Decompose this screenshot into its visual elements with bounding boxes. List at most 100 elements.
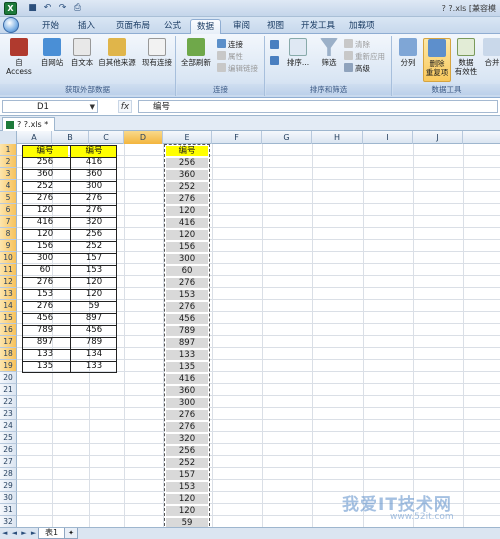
- office-button[interactable]: [3, 17, 19, 33]
- insert-sheet-icon[interactable]: ✦: [64, 528, 78, 539]
- tab-developer[interactable]: 开发工具: [295, 19, 341, 34]
- column-header-i[interactable]: I: [363, 131, 413, 144]
- cell-d32[interactable]: 59: [165, 517, 209, 527]
- cell-d27[interactable]: 252: [165, 457, 209, 469]
- redo-icon[interactable]: ↷: [56, 2, 69, 15]
- cell-d1[interactable]: 编号: [165, 145, 209, 157]
- cell-d13[interactable]: 153: [165, 289, 209, 301]
- row-header-10[interactable]: 10: [0, 252, 17, 264]
- cell-d29[interactable]: 153: [165, 481, 209, 493]
- row-header-6[interactable]: 6: [0, 204, 17, 216]
- consolidate-button[interactable]: 合并: [481, 38, 500, 67]
- tab-review[interactable]: 审阅: [227, 19, 256, 34]
- cell-d26[interactable]: 256: [165, 445, 209, 457]
- row-header-11[interactable]: 11: [0, 264, 17, 276]
- filter-button[interactable]: 筛选: [316, 38, 342, 67]
- cell-d31[interactable]: 120: [165, 505, 209, 517]
- row-header-17[interactable]: 17: [0, 336, 17, 348]
- print-preview-icon[interactable]: ⎙: [71, 2, 84, 15]
- connections-button[interactable]: 连接: [217, 39, 243, 50]
- from-other-sources-button[interactable]: 自其他来源: [97, 38, 137, 67]
- cell-d4[interactable]: 252: [165, 181, 209, 193]
- row-header-8[interactable]: 8: [0, 228, 17, 240]
- column-header-e[interactable]: E: [163, 131, 212, 144]
- from-text-button[interactable]: 自文本: [68, 38, 96, 67]
- column-header-a[interactable]: A: [17, 131, 52, 144]
- cell-d6[interactable]: 120: [165, 205, 209, 217]
- row-header-2[interactable]: 2: [0, 156, 17, 168]
- cell-d3[interactable]: 360: [165, 169, 209, 181]
- cell-d2[interactable]: 256: [165, 157, 209, 169]
- column-header-g[interactable]: G: [262, 131, 312, 144]
- insert-function-button[interactable]: fx: [118, 100, 132, 113]
- cell-d16[interactable]: 789: [165, 325, 209, 337]
- row-header-16[interactable]: 16: [0, 324, 17, 336]
- sheet-nav-arrows[interactable]: ◄ ◄ ► ►: [2, 529, 37, 537]
- clear-button[interactable]: 清除: [344, 39, 370, 50]
- tab-view[interactable]: 视图: [261, 19, 290, 34]
- from-web-button[interactable]: 自网站: [38, 38, 66, 67]
- cell-d24[interactable]: 276: [165, 421, 209, 433]
- sheet-tab-active[interactable]: 表1: [38, 528, 66, 539]
- row-header-30[interactable]: 30: [0, 492, 17, 504]
- tab-page-layout[interactable]: 页面布局: [110, 19, 156, 34]
- row-header-31[interactable]: 31: [0, 504, 17, 516]
- cell-d28[interactable]: 157: [165, 469, 209, 481]
- sort-button[interactable]: 排序...: [284, 38, 312, 67]
- row-header-18[interactable]: 18: [0, 348, 17, 360]
- tab-insert[interactable]: 插入: [72, 19, 101, 34]
- cell-d5[interactable]: 276: [165, 193, 209, 205]
- cell-d11[interactable]: 60: [165, 265, 209, 277]
- row-header-19[interactable]: 19: [0, 360, 17, 372]
- row-header-28[interactable]: 28: [0, 468, 17, 480]
- tab-formulas[interactable]: 公式: [158, 19, 187, 34]
- row-header-13[interactable]: 13: [0, 288, 17, 300]
- column-header-f[interactable]: F: [212, 131, 262, 144]
- row-header-5[interactable]: 5: [0, 192, 17, 204]
- cell-d10[interactable]: 300: [165, 253, 209, 265]
- name-box[interactable]: D1 ▼: [2, 100, 98, 113]
- column-header-b[interactable]: B: [52, 131, 89, 144]
- undo-icon[interactable]: ↶: [41, 2, 54, 15]
- row-header-21[interactable]: 21: [0, 384, 17, 396]
- edit-links-button[interactable]: 编辑链接: [217, 63, 258, 74]
- advanced-button[interactable]: 高级: [344, 63, 370, 74]
- cell-d23[interactable]: 276: [165, 409, 209, 421]
- cell-d25[interactable]: 320: [165, 433, 209, 445]
- cell-d22[interactable]: 300: [165, 397, 209, 409]
- cell-d14[interactable]: 276: [165, 301, 209, 313]
- tab-addins[interactable]: 加载项: [343, 19, 381, 34]
- column-header-j[interactable]: J: [413, 131, 463, 144]
- row-header-29[interactable]: 29: [0, 480, 17, 492]
- column-header-d[interactable]: D: [124, 131, 163, 144]
- save-icon[interactable]: ■: [26, 2, 39, 15]
- row-header-7[interactable]: 7: [0, 216, 17, 228]
- row-header-26[interactable]: 26: [0, 444, 17, 456]
- row-header-32[interactable]: 32: [0, 516, 17, 527]
- tab-data[interactable]: 数据: [190, 19, 222, 34]
- remove-duplicates-button[interactable]: 删除 重复项: [423, 38, 451, 82]
- sort-asc-button[interactable]: [270, 40, 281, 51]
- excel-app-icon[interactable]: X: [4, 2, 17, 15]
- cell-d8[interactable]: 120: [165, 229, 209, 241]
- workbook-tab[interactable]: ? ?.xls *: [2, 117, 56, 131]
- cell-d9[interactable]: 156: [165, 241, 209, 253]
- row-header-9[interactable]: 9: [0, 240, 17, 252]
- worksheet-grid[interactable]: ABCDEFGHIJ 1 2 3 4 5 6 7 8 9 10 11 12 13 14 15 16 17 18 19…: [0, 131, 500, 527]
- cell-d18[interactable]: 133: [165, 349, 209, 361]
- cell-d15[interactable]: 456: [165, 313, 209, 325]
- tab-home[interactable]: 开始: [36, 19, 65, 34]
- row-header-20[interactable]: 20: [0, 372, 17, 384]
- cell-d20[interactable]: 416: [165, 373, 209, 385]
- row-header-1[interactable]: 1: [0, 144, 17, 156]
- formula-input[interactable]: 编号: [138, 100, 498, 113]
- refresh-all-button[interactable]: 全部刷新: [179, 38, 213, 67]
- row-header-12[interactable]: 12: [0, 276, 17, 288]
- row-header-4[interactable]: 4: [0, 180, 17, 192]
- cell-d19[interactable]: 135: [165, 361, 209, 373]
- row-header-22[interactable]: 22: [0, 396, 17, 408]
- row-header-23[interactable]: 23: [0, 408, 17, 420]
- row-header-14[interactable]: 14: [0, 300, 17, 312]
- cell-d12[interactable]: 276: [165, 277, 209, 289]
- row-header-27[interactable]: 27: [0, 456, 17, 468]
